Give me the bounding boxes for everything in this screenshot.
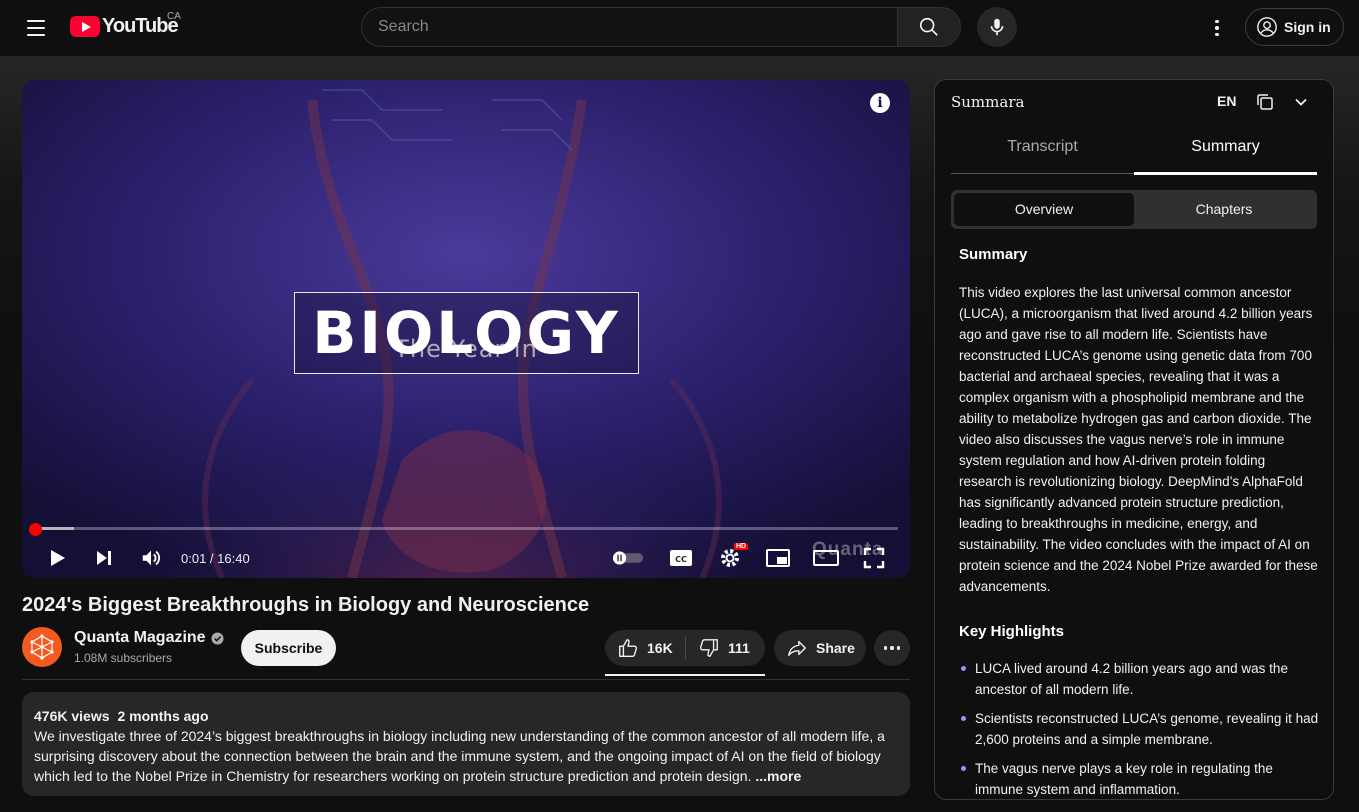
youtube-logo[interactable]: YouTube — [70, 15, 179, 38]
collapse-button[interactable] — [1291, 92, 1311, 112]
channel-name-label: Quanta Magazine — [74, 629, 206, 646]
highlight-item: LUCA lived around 4.2 billion years ago … — [959, 658, 1319, 700]
divider — [22, 679, 910, 680]
hd-badge: HD — [734, 543, 749, 550]
dislike-count: 111 — [728, 640, 750, 656]
segment-overview[interactable]: Overview — [954, 193, 1134, 226]
sign-in-button[interactable]: Sign in — [1245, 8, 1344, 46]
video-title: 2024's Biggest Breakthroughs in Biology … — [22, 594, 590, 616]
country-code: CA — [167, 11, 181, 22]
subscribe-button[interactable]: Subscribe — [241, 630, 336, 666]
like-icon — [619, 639, 638, 657]
summara-panel: Summara EN Transcript Summary Overview C… — [934, 79, 1334, 800]
player-controls: 0:01 / 16:40 CC HD — [22, 538, 910, 578]
tab-summary[interactable]: Summary — [1134, 129, 1317, 175]
chevron-down-icon — [1295, 98, 1307, 106]
description-text: We investigate three of 2024’s biggest b… — [34, 726, 898, 786]
account-icon — [1257, 17, 1277, 37]
summary-text: This video explores the last universal c… — [959, 285, 1318, 594]
description-box[interactable]: 476K views 2 months ago We investigate th… — [22, 692, 910, 796]
captions-icon: CC — [670, 550, 692, 566]
like-dislike-bar: 16K 111 — [605, 630, 765, 666]
next-button[interactable] — [88, 542, 120, 574]
dislike-icon — [699, 639, 718, 657]
autoplay-toggle-icon — [612, 551, 644, 565]
mic-icon — [990, 18, 1004, 36]
settings-button[interactable]: HD — [714, 542, 749, 574]
autoplay-toggle[interactable] — [612, 542, 644, 574]
like-button[interactable]: 16K — [605, 630, 685, 666]
panel-header: Summara EN — [935, 80, 1333, 124]
search-bar — [361, 7, 961, 47]
channel-name[interactable]: Quanta Magazine — [74, 629, 224, 647]
captions-button[interactable]: CC — [665, 542, 697, 574]
more-horiz-icon[interactable] — [874, 630, 910, 666]
masthead: YouTube CA Sign in — [0, 0, 1359, 56]
description-meta: 476K views 2 months ago — [34, 706, 898, 726]
segment-chapters[interactable]: Chapters — [1134, 193, 1314, 226]
search-button[interactable] — [897, 7, 961, 47]
miniplayer-icon — [766, 549, 790, 567]
play-icon — [51, 550, 65, 566]
channel-watermark: Quanta — [812, 539, 884, 560]
subscriber-count: 1.08M subscribers — [74, 651, 173, 665]
next-icon — [97, 551, 111, 565]
share-button[interactable]: Share — [774, 630, 866, 666]
volume-button[interactable] — [135, 542, 167, 574]
title-line-2: BIOLOGY — [312, 299, 621, 367]
more-vert-icon[interactable] — [1197, 8, 1237, 48]
miniplayer-button[interactable] — [762, 542, 794, 574]
voice-search-button[interactable] — [977, 7, 1017, 47]
info-icon[interactable]: i — [870, 93, 890, 113]
svg-text:CC: CC — [675, 555, 687, 564]
more-link[interactable]: ...more — [755, 768, 801, 784]
menu-icon[interactable] — [16, 8, 56, 48]
time-display: 0:01 / 16:40 — [181, 551, 250, 566]
highlights-heading: Key Highlights — [959, 623, 1065, 640]
scrubber-handle[interactable] — [29, 523, 42, 536]
highlight-item: The vagus nerve plays a key role in regu… — [959, 758, 1319, 799]
tab-transcript[interactable]: Transcript — [951, 129, 1134, 173]
like-count: 16K — [647, 640, 673, 656]
verified-icon — [211, 631, 224, 645]
search-input[interactable] — [361, 7, 897, 47]
copy-icon — [1257, 94, 1273, 110]
highlight-item: Scientists reconstructed LUCA’s genome, … — [959, 708, 1319, 750]
view-count: 476K views — [34, 708, 110, 724]
summary-segment-control: Overview Chapters — [951, 190, 1317, 229]
title-box: BIOLOGY — [294, 292, 639, 374]
like-underline — [605, 674, 765, 676]
share-icon — [788, 640, 806, 657]
upload-age: 2 months ago — [117, 708, 209, 724]
summary-content[interactable]: Summary This video explores the last uni… — [959, 246, 1319, 799]
volume-icon — [142, 550, 160, 566]
progress-bar[interactable] — [35, 527, 898, 530]
youtube-logo-icon — [70, 16, 100, 37]
avatar[interactable] — [22, 627, 62, 667]
video-player[interactable]: The Year in BIOLOGY i 0:01 / 16:40 CC HD — [22, 80, 910, 578]
summary-heading: Summary — [959, 246, 1028, 263]
search-icon — [919, 17, 938, 36]
sign-in-label: Sign in — [1284, 19, 1331, 35]
dislike-button[interactable]: 111 — [686, 630, 750, 666]
highlights-list: LUCA lived around 4.2 billion years ago … — [959, 658, 1319, 799]
channel-logo-icon — [30, 634, 54, 660]
copy-button[interactable] — [1255, 92, 1275, 112]
share-label: Share — [816, 640, 855, 656]
language-selector[interactable]: EN — [1217, 93, 1236, 109]
play-button[interactable] — [41, 542, 73, 574]
panel-tabs: Transcript Summary — [951, 129, 1317, 175]
panel-brand: Summara — [951, 93, 1025, 111]
